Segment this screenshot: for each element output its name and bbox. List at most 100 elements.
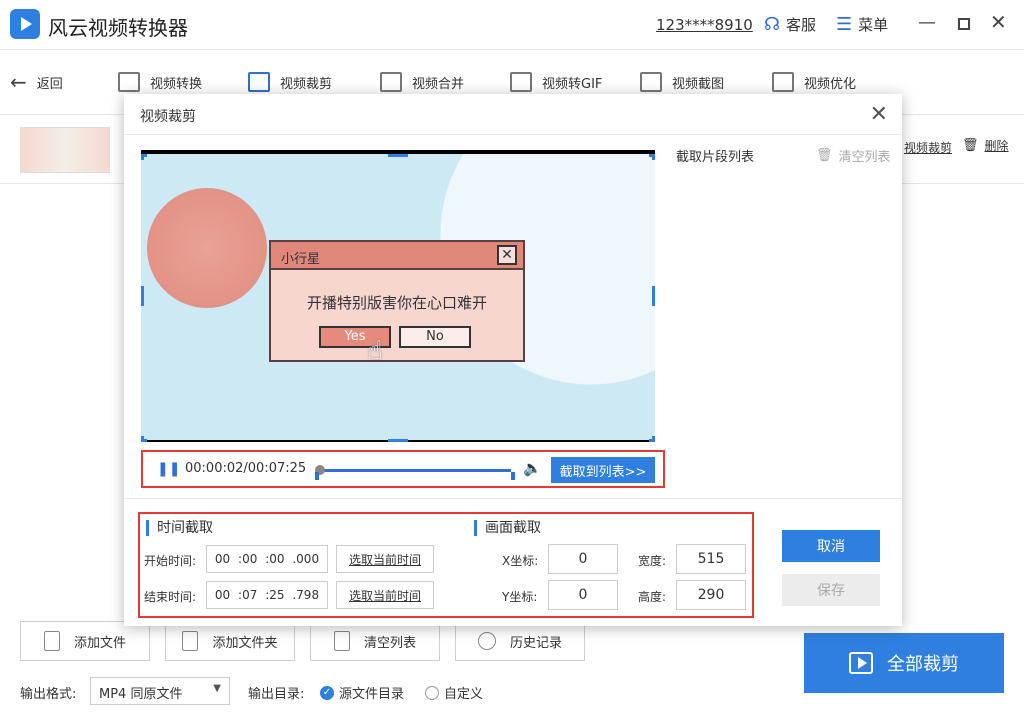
add-file-label: 添加文件 — [73, 635, 126, 651]
back-button[interactable]: ← 返回 — [10, 70, 63, 94]
tool-video-convert[interactable]: 视频转换 — [118, 70, 202, 94]
playback-time: 00:00:02/00:07:25 — [185, 461, 307, 476]
convert-icon — [118, 72, 140, 92]
trash-icon — [333, 631, 350, 651]
hand-cursor-icon: ☝ — [367, 336, 383, 366]
chevron-down-icon: ▼ — [213, 683, 221, 694]
start-hours: 00 — [214, 552, 231, 566]
close-icon[interactable]: ✕ — [870, 102, 888, 127]
planet-image — [147, 188, 267, 308]
service-button[interactable]: ☊ 客服 — [764, 14, 816, 35]
format-select[interactable]: MP4 同原文件 ▼ — [90, 677, 230, 705]
crop-icon — [248, 72, 270, 92]
range-end-handle[interactable] — [511, 472, 515, 480]
y-input[interactable]: 0 — [548, 580, 618, 610]
pause-icon[interactable]: ❚❚ — [157, 461, 180, 477]
crop-handle[interactable] — [388, 154, 408, 157]
volume-icon[interactable]: 🔈 — [523, 459, 542, 477]
close-window-button[interactable]: ✕ — [990, 10, 1007, 34]
width-input[interactable]: 515 — [676, 544, 746, 574]
start-time-label: 开始时间: — [144, 554, 197, 568]
app-title: 风云视频转换器 — [48, 16, 188, 40]
end-time-field[interactable]: 00 :07 :25 .798 — [206, 581, 328, 609]
crop-handle[interactable] — [141, 286, 144, 306]
video-popup: 小行星 ✕ 开播特别版害你在心口难开 Yes No ☝ — [269, 240, 525, 366]
crop-handle[interactable] — [652, 154, 655, 160]
menu-icon: ☰ — [836, 14, 853, 35]
clear-clip-list-button[interactable]: 🗑 清空列表 — [816, 146, 891, 165]
end-milliseconds: .798 — [292, 588, 320, 602]
end-hours: 00 — [214, 588, 231, 602]
crop-all-button[interactable]: 全部裁剪 — [804, 633, 1004, 693]
dialog-title: 视频裁剪 — [140, 109, 196, 125]
tool-video-merge[interactable]: 视频合并 — [380, 70, 464, 94]
progress-track[interactable] — [319, 469, 511, 472]
video-preview[interactable]: 小行星 ✕ 开播特别版害你在心口难开 Yes No ☝ — [141, 150, 655, 442]
height-input[interactable]: 290 — [676, 580, 746, 610]
start-milliseconds: .000 — [292, 552, 320, 566]
crop-handle[interactable] — [388, 439, 408, 442]
folder-add-icon — [182, 631, 199, 651]
capture-to-list-button[interactable]: 截取到列表>> — [551, 457, 655, 483]
add-folder-label: 添加文件夹 — [212, 635, 278, 651]
add-file-button[interactable]: 添加文件 — [20, 621, 150, 661]
range-start-handle[interactable] — [315, 472, 319, 480]
crop-handle[interactable] — [141, 154, 144, 160]
service-label: 客服 — [786, 16, 817, 34]
dir-label: 输出目录: — [248, 687, 305, 702]
delete-button[interactable]: 🗑 删除 — [962, 137, 1009, 154]
crop-handle[interactable] — [652, 286, 655, 306]
cancel-button[interactable]: 取消 — [782, 530, 880, 562]
crop-all-label: 全部裁剪 — [887, 654, 959, 675]
popup-title: 小行星 — [281, 252, 321, 267]
popup-message: 开播特别版害你在心口难开 — [306, 294, 487, 312]
crop-link[interactable]: 视频裁剪 — [904, 139, 952, 156]
gif-icon — [510, 72, 532, 92]
menu-button[interactable]: ☰ 菜单 — [836, 14, 888, 35]
width-label: 宽度: — [638, 554, 667, 568]
tool-label: 视频转换 — [150, 76, 203, 92]
pick-current-end-button[interactable]: 选取当前时间 — [336, 581, 434, 609]
tool-video-crop[interactable]: 视频裁剪 — [248, 70, 332, 94]
crop-handle[interactable] — [141, 436, 144, 442]
file-add-icon — [43, 631, 60, 651]
tool-video-to-gif[interactable]: 视频转GIF — [510, 70, 602, 94]
crop-handle[interactable] — [652, 436, 655, 442]
minimize-button[interactable]: — — [918, 12, 936, 33]
maximize-button[interactable] — [958, 18, 970, 30]
add-folder-button[interactable]: 添加文件夹 — [165, 621, 295, 661]
headset-icon: ☊ — [764, 14, 780, 35]
back-arrow-icon: ← — [10, 70, 27, 94]
video-frame: 小行星 ✕ 开播特别版害你在心口难开 Yes No ☝ — [141, 154, 655, 440]
x-label: X坐标: — [502, 554, 539, 568]
format-value: MP4 同原文件 — [99, 687, 183, 702]
pick-current-start-button[interactable]: 选取当前时间 — [336, 545, 434, 573]
title-bar: 风云视频转换器 123****8910 ☊ 客服 ☰ 菜单 — ✕ — [0, 0, 1024, 50]
trash-icon: 🗑 — [816, 148, 833, 163]
clock-icon — [477, 632, 496, 650]
popup-no: No — [399, 326, 471, 348]
end-seconds: :25 — [265, 588, 285, 602]
x-input[interactable]: 0 — [548, 544, 618, 574]
dir-custom-radio[interactable]: 自定义 — [425, 683, 483, 702]
crop-settings: 时间截取 开始时间: 00 :00 :00 .000 选取当前时间 结束时间: … — [138, 512, 754, 618]
clear-clip-list-label: 清空列表 — [838, 150, 891, 165]
history-button[interactable]: 历史记录 — [455, 621, 585, 661]
trash-icon: 🗑 — [962, 138, 979, 153]
back-label: 返回 — [36, 76, 63, 92]
tool-video-screenshot[interactable]: 视频截图 — [640, 70, 724, 94]
tool-label: 视频裁剪 — [280, 76, 333, 92]
tool-video-optimize[interactable]: 视频优化 — [772, 70, 856, 94]
tool-label: 视频合并 — [412, 76, 465, 92]
end-minutes: :07 — [238, 588, 258, 602]
popup-header: 小行星 ✕ — [271, 242, 523, 270]
clip-list-title: 截取片段列表 — [676, 150, 755, 165]
menu-label: 菜单 — [858, 16, 889, 34]
play-icon — [849, 652, 873, 674]
account-link[interactable]: 123****8910 — [656, 16, 753, 34]
start-time-field[interactable]: 00 :00 :00 .000 — [206, 545, 328, 573]
dir-source-radio[interactable]: ✓ 源文件目录 — [320, 683, 404, 702]
save-button[interactable]: 保存 — [782, 574, 880, 606]
popup-close-icon: ✕ — [497, 245, 517, 265]
clear-list-button[interactable]: 清空列表 — [310, 621, 440, 661]
